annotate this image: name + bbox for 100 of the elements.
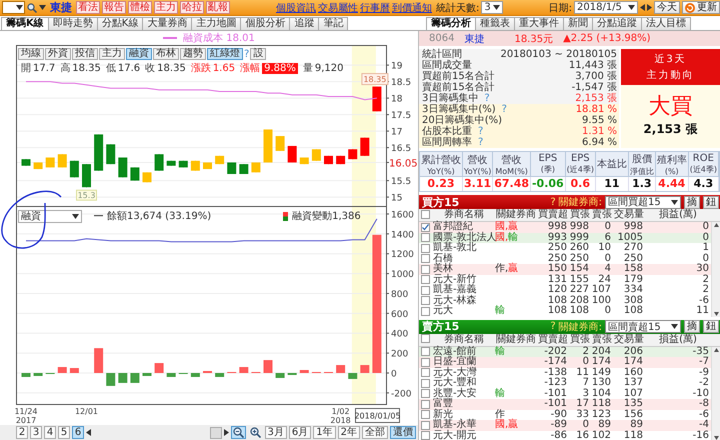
page-button[interactable]: 6: [72, 426, 84, 439]
analysis-tab[interactable]: 新聞: [563, 17, 593, 30]
table-tool-button[interactable]: 摘: [684, 320, 700, 333]
analysis-tab[interactable]: 分點追蹤: [592, 17, 642, 30]
column-header[interactable]: 券商名稱: [433, 209, 495, 221]
column-header[interactable]: 買張: [569, 334, 591, 346]
indicator-button[interactable]: 紅綠燈: [207, 48, 243, 60]
scroll-left-icon[interactable]: [86, 429, 91, 436]
refresh-button[interactable]: 更新: [682, 1, 720, 14]
indicator-button[interactable]: 均線: [18, 48, 44, 60]
row-checkbox[interactable]: [421, 244, 430, 252]
row-checkbox[interactable]: [421, 400, 430, 408]
table-row[interactable]: 美林 作,贏 150 154 4 158 30: [419, 264, 711, 274]
table-row[interactable]: 凱基-永華 國,贏 -89 0 89 89 -4: [419, 420, 711, 430]
row-checkbox[interactable]: [421, 410, 430, 419]
analysis-tab[interactable]: 重大事件: [514, 17, 564, 30]
page-button[interactable]: 3: [30, 426, 42, 439]
row-checkbox[interactable]: [421, 389, 430, 398]
indicator-button[interactable]: 趨勢: [180, 48, 206, 60]
previous-icon[interactable]: [640, 4, 645, 11]
header-checkbox[interactable]: [421, 210, 430, 218]
table-row[interactable]: 凱基-敦北 250 260 10 270 1: [419, 243, 711, 254]
row-checkbox[interactable]: [421, 368, 430, 377]
settings-button[interactable]: 設: [250, 48, 266, 60]
column-header[interactable]: 交易量: [613, 209, 645, 221]
scroll-down-icon[interactable]: [714, 312, 718, 316]
header-checkbox[interactable]: [421, 334, 430, 343]
row-checkbox[interactable]: [421, 431, 430, 440]
row-checkbox[interactable]: [421, 254, 430, 263]
today-button[interactable]: 今天: [654, 1, 680, 14]
row-checkbox[interactable]: [421, 358, 430, 366]
table-tool-button[interactable]: 摘: [684, 196, 700, 208]
table-row[interactable]: 宏遠-館前 輸 -202 2 204 206 -35: [419, 346, 711, 357]
row-checkbox[interactable]: [421, 222, 430, 232]
filter-select[interactable]: 區間買超15: [605, 196, 681, 208]
table-row[interactable]: 元大-豐和 -123 7 130 137 -2: [419, 378, 711, 388]
link[interactable]: 行事曆: [360, 0, 390, 14]
action-button[interactable]: 主力: [154, 1, 178, 14]
link[interactable]: 個股資訊: [276, 0, 316, 14]
filter-select[interactable]: 區間賣超15: [605, 320, 681, 333]
help-icon[interactable]: ?: [550, 196, 556, 208]
date-field[interactable]: 2018/1/5: [574, 1, 638, 14]
chart-tab[interactable]: 大量券商: [142, 17, 192, 30]
action-button[interactable]: 亂報: [206, 1, 230, 14]
table-row[interactable]: 元大-大灣 -138 11 149 160 -9: [419, 368, 711, 378]
column-header[interactable]: 關鍵券商: [495, 209, 537, 221]
table-row[interactable]: 兆豐-大安 輸 -101 3 104 107 -10: [419, 388, 711, 399]
table-tool-button[interactable]: 鈕: [703, 196, 719, 208]
range-button[interactable]: 3月: [264, 426, 287, 439]
action-button[interactable]: 哈拉: [180, 1, 204, 14]
scroll-thumb[interactable]: [210, 426, 222, 438]
column-header[interactable]: 交易量: [613, 334, 645, 346]
row-checkbox[interactable]: [421, 420, 430, 430]
chart-tab[interactable]: 主力地圖: [191, 17, 242, 30]
table-row[interactable]: 凱基-嘉義 120 227 107 334 2: [419, 285, 711, 296]
column-header[interactable]: 賣張: [591, 334, 613, 346]
table-row[interactable]: 日盛-宜蘭 -174 0 174 174 -7: [419, 357, 711, 368]
scroll-down-icon[interactable]: [714, 436, 718, 440]
page-button[interactable]: 5: [58, 426, 70, 439]
row-checkbox[interactable]: [421, 347, 430, 356]
indicator-button[interactable]: 融資: [126, 48, 152, 60]
chart-tab[interactable]: 個股分析: [240, 17, 290, 30]
series-select[interactable]: 融資: [18, 210, 82, 222]
action-button[interactable]: 體檢: [128, 1, 152, 14]
table-row[interactable]: 元大-開元 -86 16 102 118 -16: [419, 430, 711, 440]
row-checkbox[interactable]: [421, 264, 430, 274]
column-header[interactable]: 買張: [569, 209, 591, 221]
column-header[interactable]: 券商名稱: [433, 334, 495, 346]
scroll-right-icon[interactable]: [224, 429, 228, 436]
chart-tab[interactable]: 籌碼K線: [1, 17, 49, 30]
row-checkbox[interactable]: [421, 306, 430, 316]
indicator-button[interactable]: 外資: [45, 48, 71, 60]
row-checkbox[interactable]: [421, 233, 430, 242]
scrollbar[interactable]: [711, 222, 720, 316]
page-button[interactable]: 2: [16, 426, 28, 439]
symbol-field[interactable]: [2, 1, 25, 14]
search-icon[interactable]: [27, 2, 37, 12]
range-button[interactable]: 2年: [338, 426, 360, 439]
row-checkbox[interactable]: [421, 296, 430, 305]
analysis-tab[interactable]: 法人目標: [641, 17, 691, 30]
page-button[interactable]: 4: [44, 426, 56, 439]
table-row[interactable]: 富邦證紀 國,贏 998 998 0 998 0: [419, 222, 711, 232]
days-select[interactable]: 3: [481, 1, 503, 14]
indicator-button[interactable]: 主力: [99, 48, 125, 60]
table-row[interactable]: 新光 作 -90 33 123 156 -6: [419, 410, 711, 420]
column-header[interactable]: 損益(萬): [645, 209, 711, 221]
zoom-out-icon[interactable]: [230, 426, 246, 439]
analysis-tab[interactable]: 種籤表: [475, 17, 515, 30]
column-header[interactable]: 買賣超: [537, 334, 569, 346]
chart-tab[interactable]: 分點K線: [96, 17, 144, 30]
range-button[interactable]: 全部: [362, 426, 388, 439]
table-row[interactable]: 元大 輸 108 108 0 108 11: [419, 306, 711, 316]
chart-tab[interactable]: 筆記: [318, 17, 348, 30]
column-header[interactable]: 買賣超: [537, 209, 569, 221]
column-header[interactable]: 賣張: [591, 209, 613, 221]
zoom-in-icon[interactable]: [248, 426, 262, 439]
next-icon[interactable]: [647, 4, 652, 11]
column-header[interactable]: 損益(萬): [645, 334, 711, 346]
link[interactable]: 到價通知: [392, 0, 432, 14]
row-checkbox[interactable]: [421, 275, 430, 284]
